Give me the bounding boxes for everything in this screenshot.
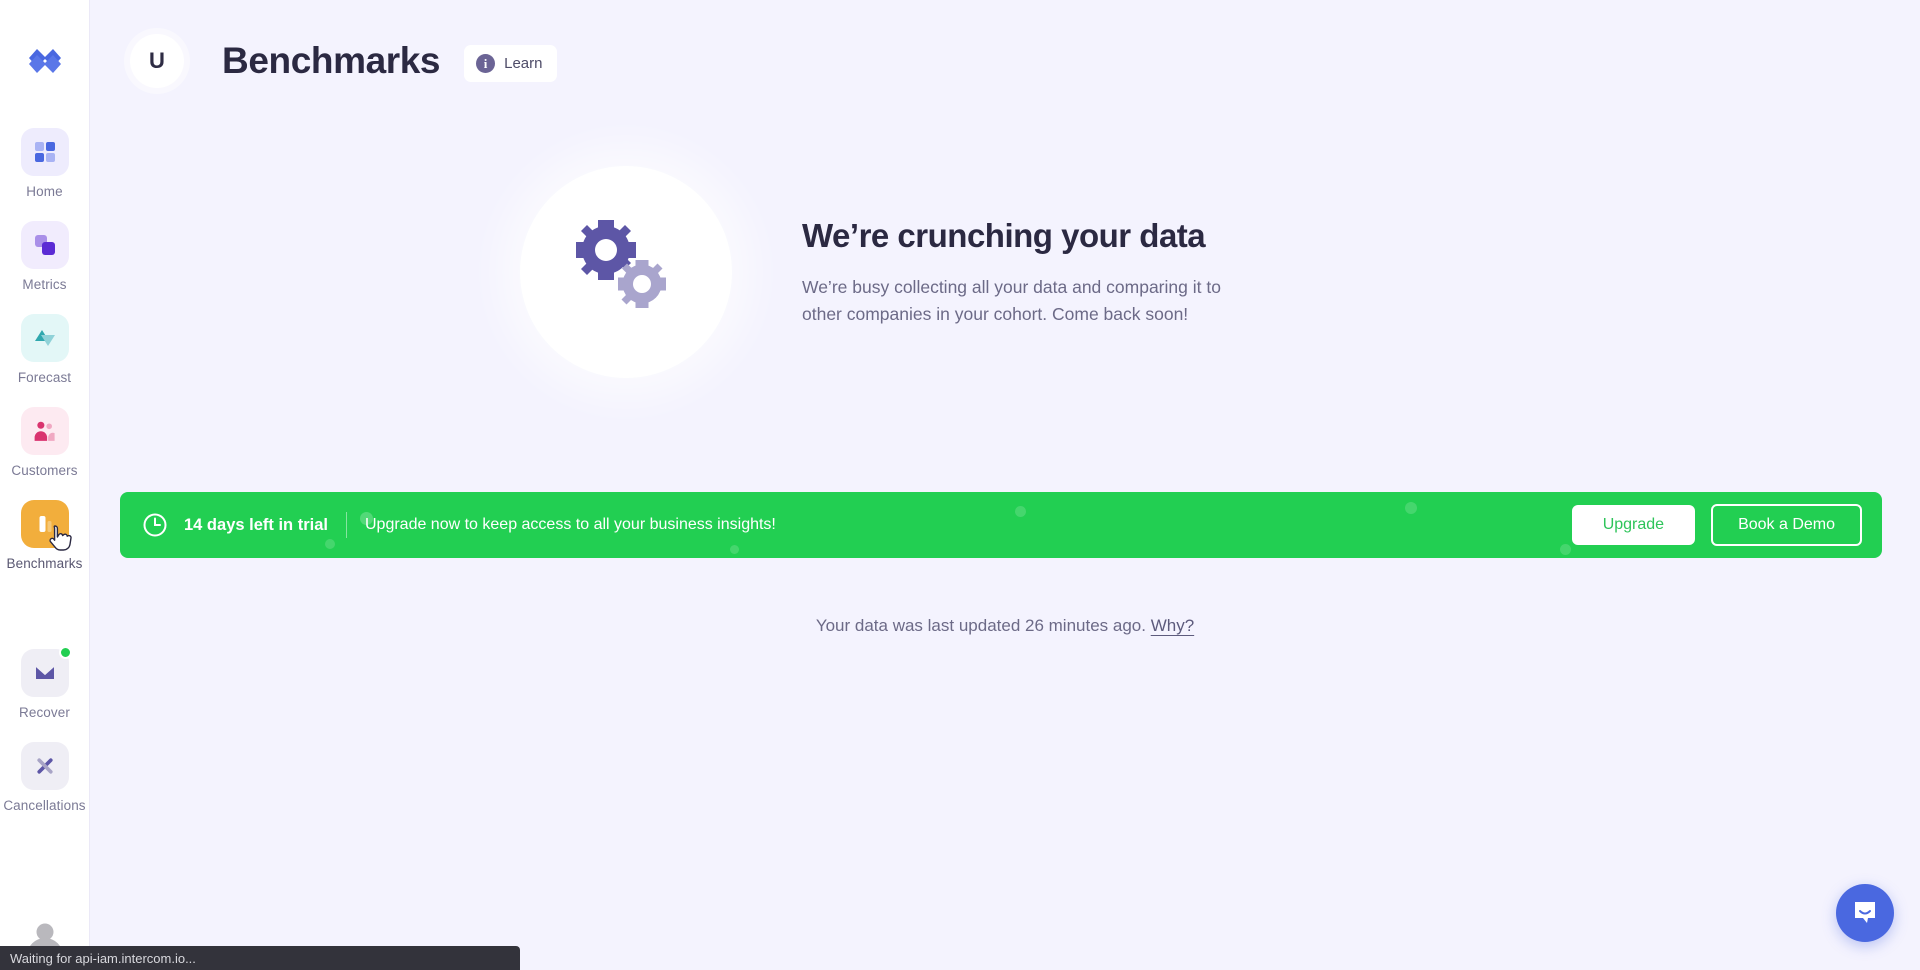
- sidebar-item-cancellations[interactable]: Cancellations: [0, 742, 89, 813]
- sidebar: Home Metrics Forecast Customers Benchmar…: [0, 0, 90, 970]
- banner-decorative-dot: [325, 539, 335, 549]
- sidebar-item-forecast[interactable]: Forecast: [0, 314, 89, 385]
- upgrade-button[interactable]: Upgrade: [1571, 505, 1696, 545]
- trial-banner-actions: Upgrade Book a Demo: [1571, 504, 1882, 546]
- sidebar-item-metrics[interactable]: Metrics: [0, 221, 89, 292]
- sidebar-item-home[interactable]: Home: [0, 128, 89, 199]
- intercom-launcher-button[interactable]: [1836, 884, 1894, 942]
- sidebar-item-label: Home: [26, 184, 63, 199]
- banner-decorative-dot: [1015, 506, 1026, 517]
- banner-decorative-dot: [1560, 544, 1571, 555]
- chat-bubble-icon: [1855, 902, 1875, 923]
- baremetrics-logo-icon[interactable]: [23, 40, 67, 84]
- sidebar-item-customers[interactable]: Customers: [0, 407, 89, 478]
- sidebar-item-benchmarks[interactable]: Benchmarks: [0, 500, 89, 571]
- envelope-icon: [20, 646, 72, 697]
- sidebar-item-label: Customers: [11, 463, 78, 478]
- last-updated-text: Your data was last updated 26 minutes ag…: [815, 616, 1146, 635]
- banner-decorative-dot: [730, 545, 739, 554]
- account-avatar[interactable]: U: [130, 34, 184, 88]
- empty-state-title: We’re crunching your data: [802, 217, 1206, 255]
- browser-status-bar: Waiting for api-iam.intercom.io...: [0, 946, 520, 970]
- sidebar-nav-list: Home Metrics Forecast Customers Benchmar…: [0, 128, 89, 835]
- two-gears-icon: [520, 166, 732, 378]
- sidebar-item-label: Recover: [19, 705, 70, 720]
- main-content: U Benchmarks i Learn We’re crunching you…: [90, 0, 1920, 970]
- trial-banner: 14 days left in trial Upgrade now to kee…: [120, 492, 1882, 558]
- sidebar-item-recover[interactable]: Recover: [0, 646, 89, 720]
- banner-decorative-dot: [1405, 502, 1417, 514]
- book-demo-button[interactable]: Book a Demo: [1711, 504, 1862, 546]
- empty-state: We’re crunching your data We’re busy col…: [90, 166, 1920, 378]
- scissors-x-icon: [20, 742, 69, 790]
- clock-icon: [142, 512, 168, 538]
- recover-notification-badge: [58, 646, 72, 659]
- app-window: Home Metrics Forecast Customers Benchmar…: [0, 0, 1920, 970]
- layered-squares-icon: [20, 221, 69, 269]
- page-title: Benchmarks: [222, 40, 441, 81]
- people-icon: [20, 407, 69, 455]
- sidebar-item-label: Benchmarks: [6, 556, 83, 571]
- learn-button[interactable]: i Learn: [464, 44, 558, 82]
- page-header: U Benchmarks i Learn: [90, 0, 1920, 88]
- empty-state-subtitle: We’re busy collecting all your data and …: [802, 277, 1221, 324]
- trial-banner-message-group: 14 days left in trial Upgrade now to kee…: [120, 512, 776, 538]
- trial-banner-message: Upgrade now to keep access to all your b…: [364, 516, 776, 533]
- bar-chart-icon: [20, 500, 72, 551]
- sidebar-item-label: Metrics: [22, 277, 67, 292]
- empty-state-copy: We’re crunching your data We’re busy col…: [802, 217, 1247, 327]
- why-link[interactable]: Why?: [1151, 616, 1194, 635]
- last-updated-note: Your data was last updated 26 minutes ag…: [90, 616, 1920, 636]
- banner-divider: [345, 512, 347, 538]
- sidebar-item-label: Cancellations: [3, 798, 86, 813]
- triangles-icon: [20, 314, 69, 362]
- learn-button-label: Learn: [504, 54, 543, 72]
- sidebar-item-label: Forecast: [17, 370, 72, 385]
- trial-days-left: 14 days left in trial: [184, 515, 328, 534]
- grid-squares-icon: [20, 128, 69, 176]
- info-icon: i: [476, 53, 496, 73]
